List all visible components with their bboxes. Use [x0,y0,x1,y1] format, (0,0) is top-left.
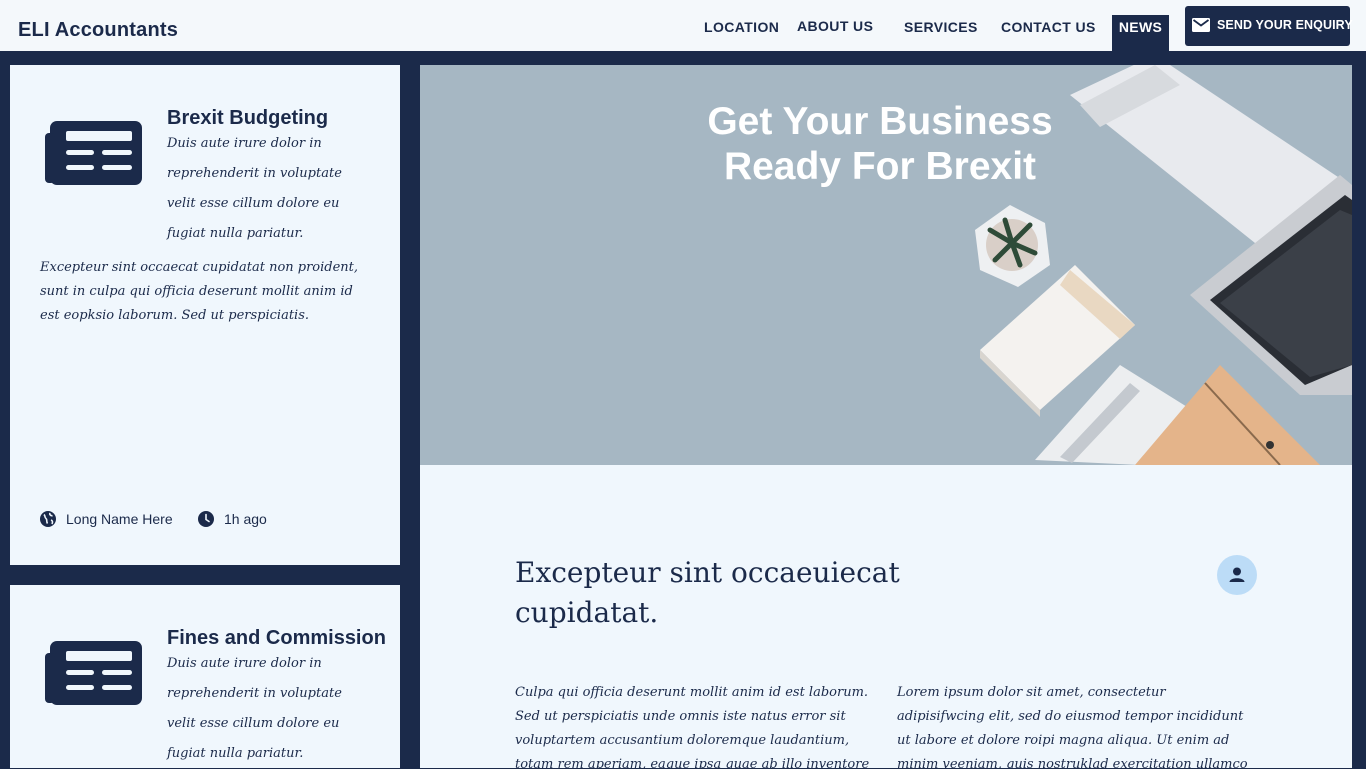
brand-logo[interactable]: ELI Accountants [18,19,178,42]
newspaper-icon [45,641,142,705]
card-excerpt: Duis aute irure dolor in reprehenderit i… [167,656,342,761]
person-icon [1229,567,1245,582]
nav-news[interactable]: NEWS [1112,15,1169,51]
author-avatar[interactable] [1217,555,1257,595]
send-enquiry-label: SEND YOUR ENQUIRY [1217,18,1353,32]
nav-about-us[interactable]: ABOUT US [797,18,873,34]
card-excerpt: Duis aute irure dolor in reprehenderit i… [167,136,342,241]
article-column-right: Lorem ipsum dolor sit amet, consectetur … [897,685,1248,768]
clock-icon [198,511,214,527]
hero-banner: Get Your Business Ready For Brexit [420,65,1352,465]
card-title[interactable]: Brexit Budgeting [167,107,328,130]
card-body: Excepteur sint occaecat cupidatat non pr… [40,260,359,323]
news-card[interactable]: Fines and Commission Duis aute irure dol… [10,585,400,768]
nav-contact-us[interactable]: CONTACT US [1001,19,1096,35]
newspaper-icon [45,121,142,185]
author-name: Long Name Here [66,511,173,527]
card-title[interactable]: Fines and Commission [167,627,386,650]
time-ago: 1h ago [224,511,267,527]
article-panel: Get Your Business Ready For Brexit Excep… [420,65,1352,768]
send-enquiry-button[interactable]: SEND YOUR ENQUIRY [1185,6,1353,46]
nav-services[interactable]: SERVICES [904,19,978,35]
article-column-left: Culpa qui officia deserunt mollit anim i… [515,685,870,768]
top-header: ELI Accountants LOCATION ABOUT US SERVIC… [0,0,1366,51]
globe-icon [40,511,56,527]
article-heading: Excepteur sint occaeuiecat cupidatat. [515,556,900,629]
mail-icon [1192,18,1210,32]
hero-title: Get Your Business Ready For Brexit [707,100,1053,188]
nav-location[interactable]: LOCATION [704,19,779,35]
news-card[interactable]: Brexit Budgeting Duis aute irure dolor i… [10,65,400,565]
